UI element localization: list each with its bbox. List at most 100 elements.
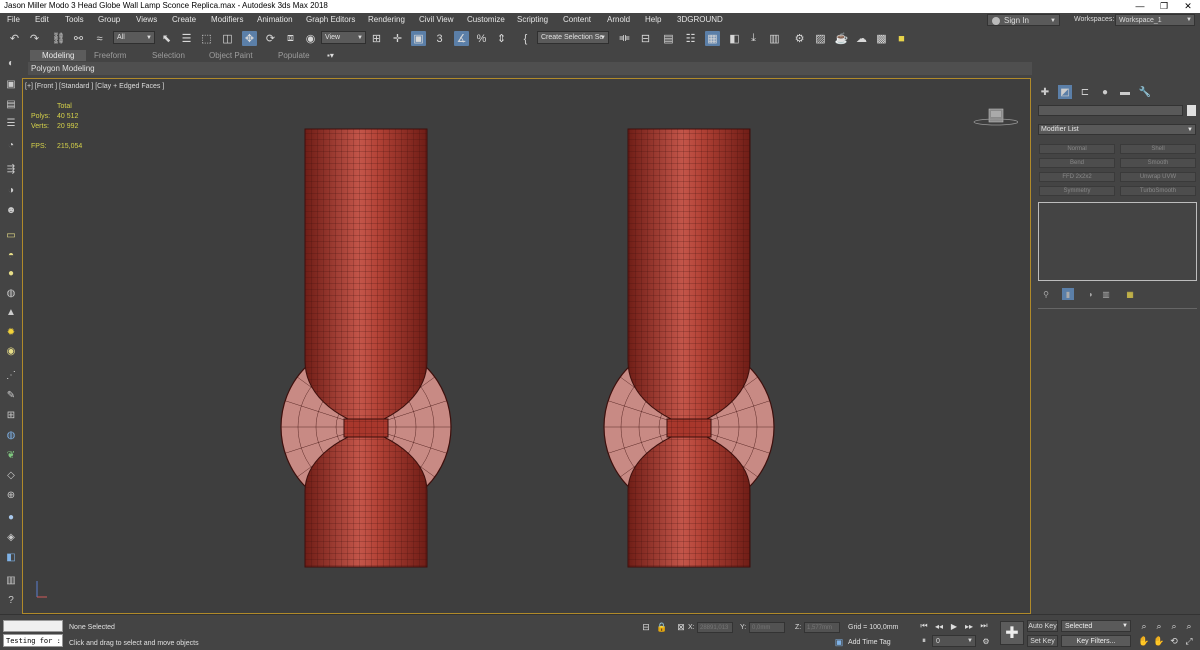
tab-object-paint[interactable]: Object Paint <box>209 51 253 60</box>
select-and-move-icon[interactable]: ✥ <box>242 31 257 46</box>
sign-in-button[interactable]: Sign In ▼ <box>987 14 1060 26</box>
bind-space-warp-icon[interactable]: ≈ <box>92 31 107 46</box>
sphere-icon[interactable]: ● <box>3 266 19 280</box>
workspace-select[interactable]: Workspace_1 ▼ <box>1115 14 1195 26</box>
document-icon[interactable]: ▥ <box>3 573 19 587</box>
menu-views[interactable]: Views <box>136 15 157 24</box>
modifier-stack[interactable] <box>1038 202 1197 281</box>
edit-named-selection-icon[interactable]: { <box>518 31 533 46</box>
maxscript-listener-output[interactable] <box>3 620 63 632</box>
viewport-layout-icon[interactable]: ◐ <box>3 56 19 70</box>
wind-icon[interactable]: ⇶ <box>3 162 19 176</box>
unlink-icon[interactable]: ⚯ <box>71 31 86 46</box>
torus-icon[interactable]: ◍ <box>3 286 19 300</box>
menu-edit[interactable]: Edit <box>35 15 49 24</box>
render-in-cloud-icon[interactable]: ▩ <box>874 31 889 46</box>
open-a360-icon[interactable]: ■ <box>894 31 909 46</box>
menu-group[interactable]: Group <box>98 15 120 24</box>
menu-3dground[interactable]: 3DGROUND <box>677 15 723 24</box>
motion-tab-icon[interactable]: ● <box>1098 85 1112 99</box>
isolate-selection-icon[interactable]: ⊟ <box>640 621 652 633</box>
cone-icon[interactable]: ▲ <box>3 305 19 319</box>
globe-icon[interactable]: ◍ <box>3 428 19 442</box>
render-setup-icon[interactable]: ⚙ <box>792 31 807 46</box>
absolute-mode-icon[interactable]: ⊠ <box>675 621 687 633</box>
modifier-smooth-button[interactable]: Smooth <box>1120 158 1196 168</box>
modifier-shell-button[interactable]: Shell <box>1120 144 1196 154</box>
set-keys-icon[interactable]: ✚ <box>1000 621 1024 645</box>
select-and-scale-icon[interactable]: ⧈ <box>283 31 298 46</box>
maxscript-input[interactable]: Testing for : <box>3 634 63 647</box>
modifier-turbosmooth-button[interactable]: TurboSmooth <box>1120 186 1196 196</box>
previous-frame-icon[interactable]: ◂◂ <box>933 620 945 632</box>
make-unique-icon[interactable]: ◑ <box>1084 288 1096 300</box>
close-button[interactable]: ✕ <box>1176 0 1200 13</box>
key-mode-select[interactable]: Selected ▼ <box>1061 620 1131 632</box>
select-manipulate-icon[interactable]: ✛ <box>390 31 405 46</box>
neck-wire[interactable] <box>667 419 711 437</box>
front-viewport[interactable]: [+] [Front ] [Standard ] [Clay + Edged F… <box>22 78 1031 614</box>
menu-animation[interactable]: Animation <box>257 15 293 24</box>
menu-customize[interactable]: Customize <box>467 15 505 24</box>
render-icon[interactable]: ◧ <box>3 550 19 564</box>
modifier-bend-button[interactable]: Bend <box>1039 158 1115 168</box>
go-to-end-icon[interactable]: ⏭ <box>978 620 990 632</box>
maximize-button[interactable]: ❐ <box>1152 0 1176 13</box>
create-panel-icon[interactable]: ▣ <box>3 77 19 91</box>
key-filters-button[interactable]: Key Filters... <box>1061 635 1131 647</box>
next-frame-icon[interactable]: ▸▸ <box>963 620 975 632</box>
zoom-extents-all-icon[interactable]: ⌕ <box>1183 620 1195 632</box>
scene-explorer-icon[interactable]: ▤ <box>661 31 676 46</box>
link-icon[interactable]: ⛓ <box>51 31 66 46</box>
menu-help[interactable]: Help <box>645 15 661 24</box>
current-frame-field[interactable]: 0 ▼ <box>932 635 976 647</box>
mirror-icon[interactable]: ⟚ <box>617 31 632 46</box>
menu-tools[interactable]: Tools <box>65 15 84 24</box>
play-icon[interactable]: ▶ <box>948 620 960 632</box>
time-configuration-icon[interactable]: ⚙ <box>980 635 992 647</box>
leaf-icon[interactable]: ❦ <box>3 448 19 462</box>
select-object-icon[interactable]: ⬉ <box>159 31 174 46</box>
percent-snap-icon[interactable]: % <box>474 31 489 46</box>
auto-key-button[interactable]: Auto Key <box>1027 620 1058 632</box>
hair-icon[interactable]: ⋰ <box>3 368 19 382</box>
window-crossing-icon[interactable]: ◫ <box>220 31 235 46</box>
shapes-icon[interactable]: ◈ <box>3 530 19 544</box>
display-tab-icon[interactable]: ▬ <box>1118 85 1132 99</box>
select-and-rotate-icon[interactable]: ⟳ <box>263 31 278 46</box>
camera-icon[interactable]: ◇ <box>3 468 19 482</box>
go-to-start-icon[interactable]: ⏮ <box>918 620 930 632</box>
tab-populate[interactable]: Populate <box>278 51 310 60</box>
ribbon-options-icon[interactable]: ▪▾ <box>327 51 334 60</box>
plane-icon[interactable]: ▭ <box>3 228 19 242</box>
align-icon[interactable]: ⊟ <box>638 31 653 46</box>
snaps-toggle-icon[interactable]: 3 <box>432 31 447 46</box>
upper-shade-wire[interactable] <box>305 129 427 419</box>
speaker-icon[interactable]: ◑ <box>3 183 19 197</box>
ribbon-toggle-icon[interactable]: ▦ <box>705 31 720 46</box>
menu-graph-editors[interactable]: Graph Editors <box>306 15 355 24</box>
modifier-normal-button[interactable]: Normal <box>1039 144 1115 154</box>
orbit-icon[interactable]: ⟲ <box>1168 635 1180 647</box>
layer-explorer-icon[interactable]: ☷ <box>683 31 698 46</box>
list-icon[interactable]: ☰ <box>3 116 19 130</box>
modify-tab-icon[interactable]: ◩ <box>1058 85 1072 99</box>
lamp-1[interactable] <box>280 128 452 568</box>
minimize-button[interactable]: — <box>1128 0 1152 13</box>
tab-modeling[interactable]: Modeling <box>30 50 87 61</box>
field-of-view-icon[interactable]: ✋ <box>1138 635 1150 647</box>
x-coordinate-field[interactable]: 28891,013 <box>697 622 733 633</box>
keyboard-shortcut-override-icon[interactable]: ▣ <box>411 31 426 46</box>
neck-wire[interactable] <box>344 419 388 437</box>
menu-scripting[interactable]: Scripting <box>517 15 548 24</box>
material-editor-icon[interactable]: ▥ <box>767 31 782 46</box>
paint-icon[interactable]: ✎ <box>3 388 19 402</box>
menu-civil-view[interactable]: Civil View <box>419 15 454 24</box>
ribbon-panel-title[interactable]: Polygon Modeling <box>31 64 95 73</box>
rendered-frame-window-icon[interactable]: ▨ <box>813 31 828 46</box>
add-time-tag-button[interactable]: Add Time Tag <box>848 639 891 646</box>
menu-file[interactable]: File <box>7 15 20 24</box>
z-coordinate-field[interactable]: 1,577mm <box>804 622 840 633</box>
angle-snap-icon[interactable]: ∡ <box>454 31 469 46</box>
material-ball-icon[interactable]: ● <box>3 510 19 524</box>
